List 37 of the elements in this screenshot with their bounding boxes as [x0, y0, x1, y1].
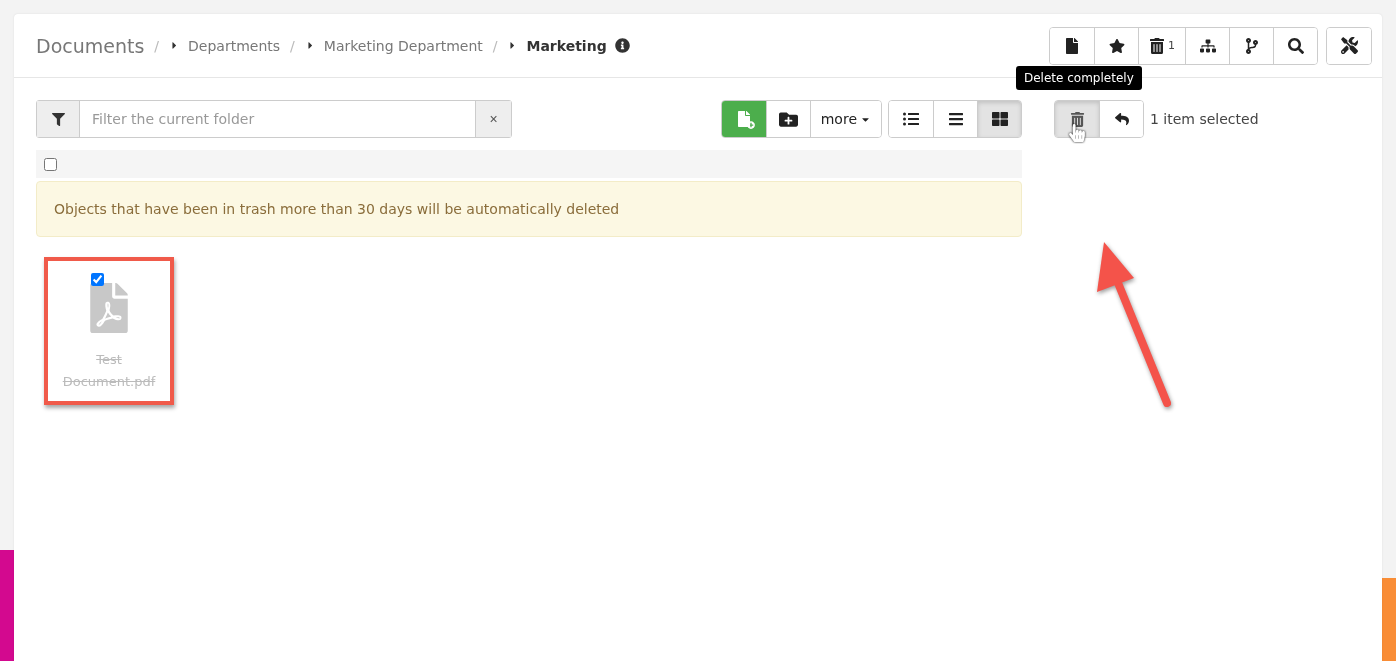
- search-icon: [1287, 37, 1304, 54]
- details-view-icon: [903, 111, 919, 127]
- delete-button[interactable]: [1055, 101, 1099, 137]
- star-icon: [1108, 37, 1125, 54]
- breadcrumb-item[interactable]: Marketing: [526, 37, 607, 54]
- trash-notice: Objects that have been in trash more than 30 days will be automatically deleted: [36, 181, 1022, 237]
- breadcrumb-item[interactable]: Marketing Department: [323, 37, 483, 54]
- trash-icon: [1149, 37, 1165, 54]
- file-icon: [1064, 37, 1080, 54]
- more-button[interactable]: more: [809, 101, 881, 137]
- file-name: Test Document.pdf: [61, 351, 157, 391]
- grid-view-icon: [991, 111, 1008, 127]
- breadcrumb-separator: /: [492, 37, 498, 54]
- selection-count: 1 item selected: [1150, 111, 1259, 127]
- tooltip: Delete completely: [1016, 66, 1142, 90]
- filter-field[interactable]: Filter the current folder ×: [36, 100, 512, 138]
- folder-plus-icon: [778, 109, 798, 129]
- breadcrumb-root[interactable]: Documents: [36, 34, 145, 57]
- select-all-checkbox[interactable]: [44, 157, 57, 171]
- new-file-icon: [735, 111, 752, 127]
- info-icon[interactable]: [614, 38, 630, 53]
- file-checkbox[interactable]: [91, 273, 104, 286]
- trash-icon: [1069, 111, 1085, 127]
- list-view-icon: [947, 111, 964, 127]
- clear-button[interactable]: ×: [475, 101, 511, 137]
- search-button[interactable]: [1273, 27, 1317, 64]
- breadcrumb-separator: /: [154, 37, 160, 54]
- branch-icon: [1243, 37, 1260, 54]
- filter-icon: [51, 112, 65, 126]
- breadcrumb-item[interactable]: Departments: [188, 37, 281, 54]
- tree-icon: [1199, 37, 1216, 54]
- breadcrumb-separator: /: [290, 37, 295, 54]
- reply-icon: [1114, 112, 1129, 126]
- tools-button[interactable]: [1327, 27, 1371, 64]
- restore-button[interactable]: [1099, 101, 1143, 137]
- grid-view-button[interactable]: [977, 101, 1021, 137]
- tools-icon: [1340, 37, 1358, 54]
